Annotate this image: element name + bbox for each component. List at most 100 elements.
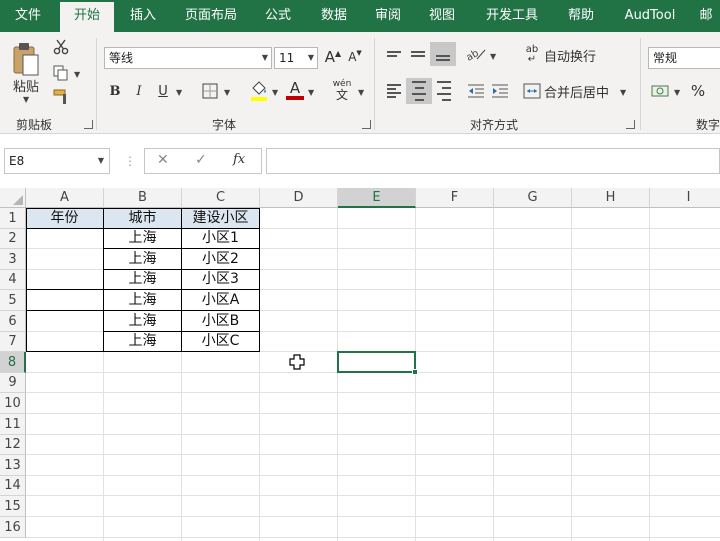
font-launcher-icon[interactable] bbox=[362, 120, 371, 129]
cell-c6[interactable]: 小区B bbox=[182, 311, 259, 331]
wrap-text-icon[interactable]: ab ↵ bbox=[522, 44, 542, 66]
column-header-h[interactable]: H bbox=[572, 188, 650, 208]
font-color-icon[interactable]: A bbox=[284, 78, 306, 102]
row-header-5[interactable]: 5 bbox=[0, 290, 26, 311]
increase-font-button[interactable]: A ▲ bbox=[324, 46, 342, 68]
cell-a1[interactable]: 年份 bbox=[26, 208, 103, 228]
row-header-12[interactable]: 12 bbox=[0, 435, 26, 455]
currency-icon[interactable] bbox=[650, 80, 672, 102]
cell-c4[interactable]: 小区3 bbox=[182, 270, 259, 289]
currency-dropdown-icon[interactable]: ▼ bbox=[674, 88, 680, 97]
align-bottom-icon[interactable] bbox=[430, 42, 456, 66]
cell-b4[interactable]: 上海 bbox=[104, 270, 181, 289]
font-color-dropdown-icon[interactable]: ▼ bbox=[308, 88, 314, 97]
fill-handle[interactable] bbox=[412, 369, 418, 375]
percent-button[interactable]: % bbox=[688, 80, 708, 102]
format-painter-icon[interactable] bbox=[52, 88, 72, 106]
paste-icon[interactable] bbox=[8, 40, 44, 80]
copy-dropdown-icon[interactable]: ▼ bbox=[74, 70, 80, 79]
selected-cell-e8[interactable] bbox=[337, 351, 416, 373]
row-header-14[interactable]: 14 bbox=[0, 476, 26, 496]
cell-b7[interactable]: 上海 bbox=[104, 332, 181, 351]
row-header-8[interactable]: 8 bbox=[0, 352, 26, 373]
row-header-4[interactable]: 4 bbox=[0, 270, 26, 290]
column-header-g[interactable]: G bbox=[494, 188, 572, 208]
underline-button[interactable]: U bbox=[154, 80, 172, 102]
font-name-select[interactable]: 等线 ▼ bbox=[104, 47, 272, 69]
cell-b3[interactable]: 上海 bbox=[104, 249, 181, 269]
merge-center-button[interactable]: 合并后居中 bbox=[544, 80, 609, 102]
column-header-d[interactable]: D bbox=[260, 188, 338, 208]
merge-center-icon[interactable] bbox=[522, 80, 542, 102]
column-header-a[interactable]: A bbox=[26, 188, 104, 208]
decrease-font-button[interactable]: A ▼ bbox=[346, 46, 364, 68]
underline-dropdown-icon[interactable]: ▼ bbox=[176, 88, 182, 97]
tab-audtool[interactable]: AudTool bbox=[612, 0, 688, 32]
copy-icon[interactable] bbox=[52, 64, 70, 82]
font-size-select[interactable]: 11 ▼ bbox=[274, 47, 318, 69]
tab-file[interactable]: 文件 bbox=[0, 0, 56, 32]
row-header-10[interactable]: 10 bbox=[0, 393, 26, 414]
increase-indent-icon[interactable] bbox=[490, 80, 510, 102]
border-dropdown-icon[interactable]: ▼ bbox=[224, 88, 230, 97]
paste-dropdown-icon[interactable]: ▼ bbox=[23, 95, 29, 104]
tab-insert[interactable]: 插入 bbox=[116, 0, 170, 32]
cut-icon[interactable] bbox=[52, 38, 70, 56]
align-top-icon[interactable] bbox=[384, 44, 404, 64]
tab-page-layout[interactable]: 页面布局 bbox=[176, 0, 246, 32]
row-header-6[interactable]: 6 bbox=[0, 311, 26, 332]
paste-button[interactable]: 粘贴 bbox=[6, 76, 46, 95]
cell-c7[interactable]: 小区C bbox=[182, 332, 259, 351]
fill-color-dropdown-icon[interactable]: ▼ bbox=[272, 88, 278, 97]
worksheet-grid[interactable]: ABCDEFGHI 1 2 3 4 5 6 7 8 9 10 11 12 13 14 15 16 年份 城市 建设… bbox=[0, 188, 720, 541]
cell-b6[interactable]: 上海 bbox=[104, 311, 181, 331]
row-header-11[interactable]: 11 bbox=[0, 414, 26, 435]
align-left-icon[interactable] bbox=[384, 80, 404, 102]
cell-c2[interactable]: 小区1 bbox=[182, 229, 259, 248]
merge-center-dropdown-icon[interactable]: ▼ bbox=[620, 88, 626, 97]
row-header-13[interactable]: 13 bbox=[0, 455, 26, 476]
row-header-16[interactable]: 16 bbox=[0, 517, 26, 538]
cell-c1[interactable]: 建设小区 bbox=[182, 208, 259, 228]
tab-formulas[interactable]: 公式 bbox=[252, 0, 304, 32]
tab-view[interactable]: 视图 bbox=[416, 0, 468, 32]
name-box[interactable]: E8 ▼ bbox=[4, 148, 110, 174]
tab-home[interactable]: 开始 bbox=[60, 2, 114, 32]
cell-b2[interactable]: 上海 bbox=[104, 229, 181, 248]
align-middle-icon[interactable] bbox=[408, 44, 428, 64]
enter-icon[interactable]: ✓ bbox=[195, 152, 207, 168]
select-all-corner[interactable] bbox=[0, 188, 26, 208]
decrease-indent-icon[interactable] bbox=[466, 80, 486, 102]
tab-data[interactable]: 数据 bbox=[308, 0, 360, 32]
tab-help[interactable]: 帮助 bbox=[556, 0, 606, 32]
orientation-icon[interactable]: ab bbox=[464, 44, 488, 64]
column-header-e[interactable]: E bbox=[338, 188, 416, 208]
column-header-b[interactable]: B bbox=[104, 188, 182, 208]
orientation-dropdown-icon[interactable]: ▼ bbox=[490, 52, 496, 61]
formula-input[interactable] bbox=[266, 148, 720, 174]
row-header-15[interactable]: 15 bbox=[0, 496, 26, 517]
wrap-text-button[interactable]: 自动换行 bbox=[544, 44, 596, 66]
tab-mail[interactable]: 邮 bbox=[692, 0, 720, 32]
align-center-icon[interactable] bbox=[406, 78, 432, 104]
row-header-7[interactable]: 7 bbox=[0, 332, 26, 352]
phonetic-button[interactable]: wén 文 bbox=[328, 76, 356, 104]
row-header-2[interactable]: 2 bbox=[0, 229, 26, 249]
column-header-c[interactable]: C bbox=[182, 188, 260, 208]
italic-button[interactable]: I bbox=[130, 80, 148, 102]
bold-button[interactable]: B bbox=[106, 80, 124, 102]
row-header-9[interactable]: 9 bbox=[0, 373, 26, 393]
tab-developer[interactable]: 开发工具 bbox=[474, 0, 550, 32]
column-header-i[interactable]: I bbox=[650, 188, 720, 208]
alignment-launcher-icon[interactable] bbox=[626, 120, 635, 129]
cell-b1[interactable]: 城市 bbox=[104, 208, 181, 228]
number-format-select[interactable]: 常规 bbox=[648, 47, 720, 69]
border-icon[interactable] bbox=[200, 80, 220, 102]
tab-review[interactable]: 审阅 bbox=[362, 0, 414, 32]
row-header-1[interactable]: 1 bbox=[0, 208, 26, 229]
insert-function-icon[interactable]: fx bbox=[233, 152, 245, 167]
row-header-3[interactable]: 3 bbox=[0, 249, 26, 270]
cell-c3[interactable]: 小区2 bbox=[182, 249, 259, 269]
cell-c5[interactable]: 小区A bbox=[182, 290, 259, 310]
cancel-icon[interactable]: ✕ bbox=[157, 152, 169, 168]
